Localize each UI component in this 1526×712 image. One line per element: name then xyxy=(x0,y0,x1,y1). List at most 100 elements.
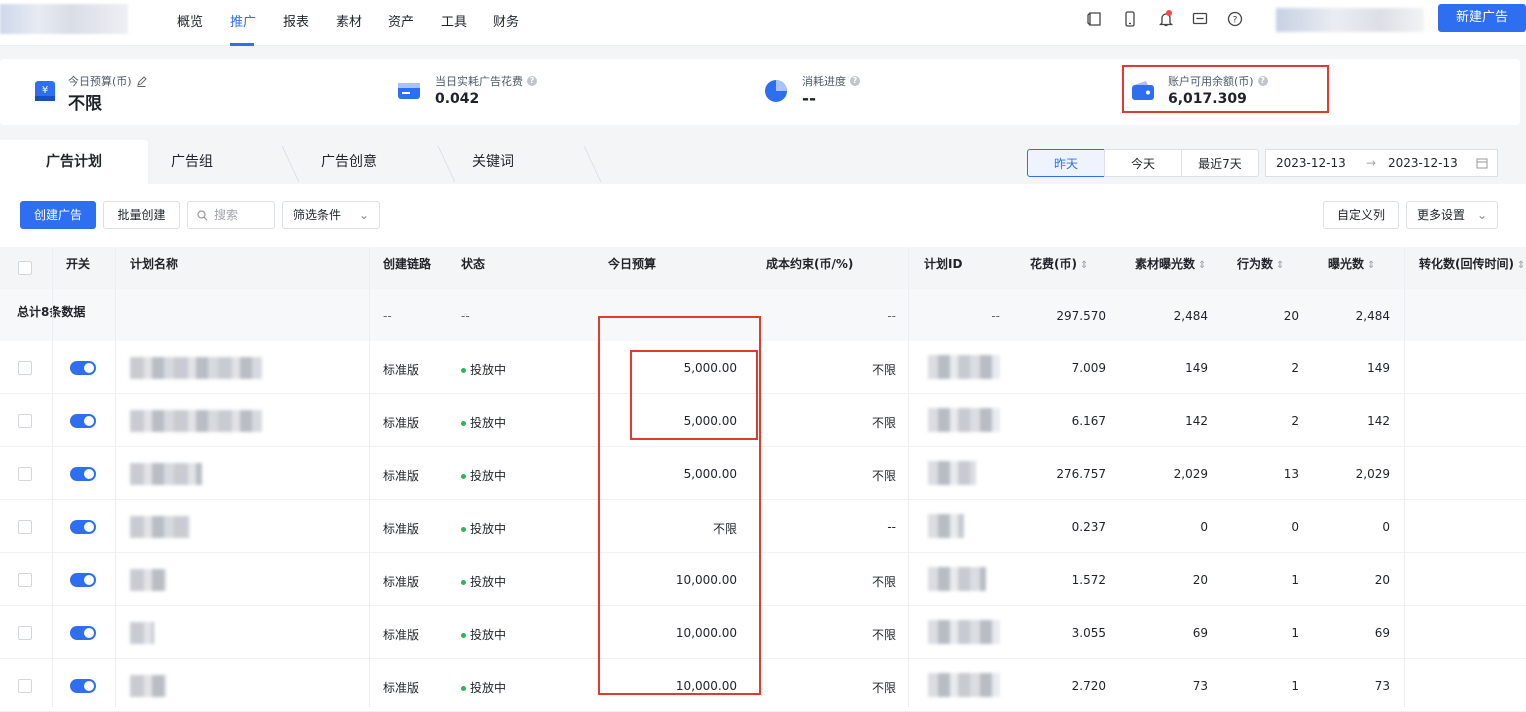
row-material-impressions: 73 xyxy=(1192,679,1208,693)
create-ad-button[interactable]: 创建广告 xyxy=(20,201,96,229)
filter-dropdown[interactable]: 筛选条件 ⌄ xyxy=(282,201,380,229)
nav-item-reports[interactable]: 报表 xyxy=(283,11,309,30)
custom-columns-button[interactable]: 自定义列 xyxy=(1323,201,1399,229)
row-budget[interactable]: 5,000.00 xyxy=(684,467,737,481)
row-cost-limit[interactable]: 不限 xyxy=(872,467,896,484)
plan-name-redacted[interactable] xyxy=(130,569,166,591)
tab-ad-group[interactable]: 广告组 xyxy=(148,140,236,184)
table-row[interactable]: 标准版 投放中 10,000.00 不限 2.720 73 1 73 xyxy=(0,659,1526,712)
tab-ad-creative[interactable]: 广告创意 xyxy=(300,140,398,184)
plan-id-redacted xyxy=(928,355,1000,379)
plan-name-redacted[interactable] xyxy=(130,410,262,432)
row-status: 投放中 xyxy=(461,361,506,378)
row-switch-toggle[interactable] xyxy=(70,626,96,640)
chevron-down-icon: ⌄ xyxy=(358,208,369,222)
plan-name-redacted[interactable] xyxy=(130,516,190,538)
row-checkbox[interactable] xyxy=(18,361,32,375)
sort-icon: ⇕ xyxy=(1276,260,1285,271)
row-material-impressions: 20 xyxy=(1192,573,1208,587)
row-link: 标准版 xyxy=(383,681,420,695)
row-switch-toggle[interactable] xyxy=(70,679,96,693)
row-checkbox[interactable] xyxy=(18,573,32,587)
row-switch-toggle[interactable] xyxy=(70,573,96,587)
question-icon[interactable]: ? xyxy=(850,76,860,86)
nav-item-materials[interactable]: 素材 xyxy=(336,11,362,30)
row-checkbox[interactable] xyxy=(18,679,32,693)
plan-name-redacted[interactable] xyxy=(130,463,202,485)
new-ad-button[interactable]: 新建广告 xyxy=(1438,4,1526,32)
row-cost-limit[interactable]: 不限 xyxy=(872,626,896,643)
col-conversions[interactable]: 转化数(回传时间) ⇕ xyxy=(1419,247,1525,289)
more-settings-dropdown[interactable]: 更多设置 ⌄ xyxy=(1406,201,1498,229)
row-switch-toggle[interactable] xyxy=(70,361,96,375)
date-yesterday-button[interactable]: 昨天 xyxy=(1027,149,1105,177)
row-cost-limit[interactable]: 不限 xyxy=(872,679,896,696)
table-row[interactable]: 标准版 投放中 5,000.00 不限 6.167 142 2 142 xyxy=(0,394,1526,447)
row-budget[interactable]: 5,000.00 xyxy=(684,414,737,428)
tab-ad-plan[interactable]: 广告计划 xyxy=(0,140,148,184)
table-row[interactable]: 标准版 投放中 不限 -- 0.237 0 0 0 xyxy=(0,500,1526,553)
search-input[interactable]: 搜索 xyxy=(187,201,275,229)
row-actions: 13 xyxy=(1283,467,1299,481)
row-switch-toggle[interactable] xyxy=(70,520,96,534)
edit-icon[interactable] xyxy=(136,75,147,87)
row-switch-toggle[interactable] xyxy=(70,467,96,481)
row-impressions: 20 xyxy=(1374,573,1390,587)
row-cost-limit[interactable]: 不限 xyxy=(872,573,896,590)
question-icon[interactable]: ? xyxy=(527,76,537,86)
col-spend[interactable]: 花费(币) ⇕ xyxy=(1030,247,1088,289)
row-budget[interactable]: 10,000.00 xyxy=(676,679,737,693)
row-cost-limit[interactable]: 不限 xyxy=(872,361,896,378)
row-spend: 276.757 xyxy=(1056,467,1106,481)
plan-name-redacted[interactable] xyxy=(130,622,154,644)
row-budget[interactable]: 5,000.00 xyxy=(684,361,737,375)
message-icon[interactable] xyxy=(1191,10,1209,28)
table-row[interactable]: 标准版 投放中 5,000.00 不限 7.009 149 2 149 xyxy=(0,341,1526,394)
nav-item-finance[interactable]: 财务 xyxy=(493,11,519,30)
batch-create-button[interactable]: 批量创建 xyxy=(103,201,180,229)
row-checkbox[interactable] xyxy=(18,520,32,534)
row-cost-limit[interactable]: 不限 xyxy=(872,414,896,431)
nav-item-overview[interactable]: 概览 xyxy=(177,11,203,30)
progress-label: 消耗进度 xyxy=(802,75,846,88)
total-spend: 297.570 xyxy=(1056,309,1106,323)
col-impressions[interactable]: 曝光数 ⇕ xyxy=(1328,247,1375,289)
plan-id-redacted xyxy=(928,408,1000,432)
date-today-button[interactable]: 今天 xyxy=(1104,149,1182,177)
table-row[interactable]: 标准版 投放中 5,000.00 不限 276.757 2,029 13 2,029 xyxy=(0,447,1526,500)
help-icon[interactable]: ? xyxy=(1226,10,1244,28)
nav-item-tools[interactable]: 工具 xyxy=(441,11,467,30)
search-icon xyxy=(197,210,208,221)
row-budget[interactable]: 10,000.00 xyxy=(676,573,737,587)
plan-name-redacted[interactable] xyxy=(130,357,262,379)
row-switch-toggle[interactable] xyxy=(70,414,96,428)
row-budget[interactable]: 不限 xyxy=(713,520,737,537)
user-account[interactable] xyxy=(1276,8,1424,32)
row-budget[interactable]: 10,000.00 xyxy=(676,626,737,640)
tab-keywords[interactable]: 关键词 xyxy=(456,140,530,184)
row-cost-limit[interactable]: -- xyxy=(887,520,896,534)
nav-item-assets[interactable]: 资产 xyxy=(388,11,414,30)
question-icon[interactable]: ? xyxy=(1257,76,1268,86)
row-checkbox[interactable] xyxy=(18,414,32,428)
chevron-down-icon: ⌄ xyxy=(1476,208,1487,222)
total-plan-id: -- xyxy=(991,309,1000,323)
row-impressions: 2,029 xyxy=(1355,467,1390,481)
table-row[interactable]: 标准版 投放中 10,000.00 不限 1.572 20 1 20 xyxy=(0,553,1526,606)
logo[interactable] xyxy=(0,4,128,34)
tablet-icon[interactable] xyxy=(1086,10,1104,28)
table-row[interactable]: 标准版 投放中 10,000.00 不限 3.055 69 1 69 xyxy=(0,606,1526,659)
col-material-impressions[interactable]: 素材曝光数 ⇕ xyxy=(1135,247,1206,289)
sort-icon: ⇕ xyxy=(1198,260,1207,271)
row-material-impressions: 142 xyxy=(1185,414,1208,428)
select-all-checkbox[interactable] xyxy=(18,261,32,275)
mobile-icon[interactable] xyxy=(1121,10,1139,28)
date-range-picker[interactable]: 2023-12-13 → 2023-12-13 xyxy=(1265,149,1498,177)
row-checkbox[interactable] xyxy=(18,467,32,481)
notification-badge xyxy=(1166,10,1172,16)
col-actions[interactable]: 行为数 ⇕ xyxy=(1237,247,1284,289)
date-last7-button[interactable]: 最近7天 xyxy=(1181,149,1259,177)
nav-item-promote[interactable]: 推广 xyxy=(230,11,256,30)
row-checkbox[interactable] xyxy=(18,626,32,640)
plan-name-redacted[interactable] xyxy=(130,675,166,697)
